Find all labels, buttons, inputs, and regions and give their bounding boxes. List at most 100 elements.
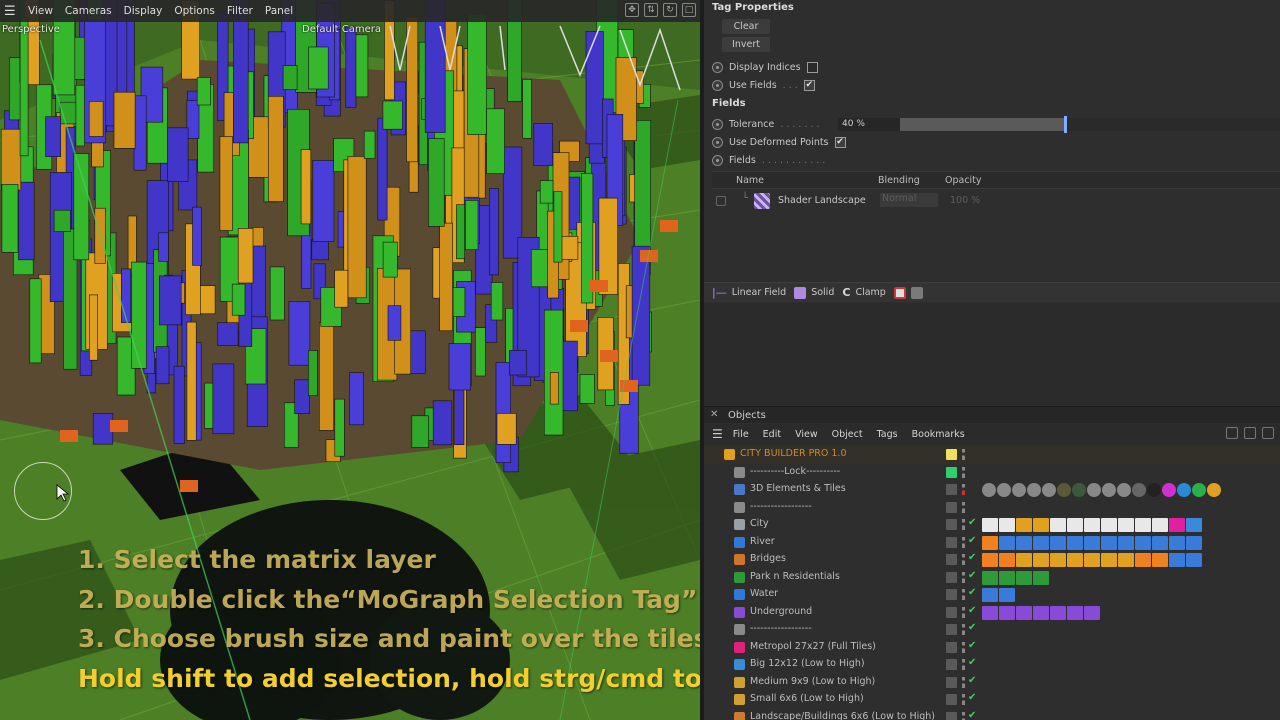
tag-icon[interactable] — [982, 483, 996, 497]
tag-icon[interactable] — [1033, 535, 1049, 550]
layer-color-swatch[interactable] — [946, 641, 957, 653]
visibility-dots-icon[interactable] — [962, 694, 965, 705]
menu-tags[interactable]: Tags — [877, 429, 898, 440]
menu-bookmarks[interactable]: Bookmarks — [912, 429, 965, 440]
object-name[interactable]: River — [750, 536, 775, 547]
object-name[interactable]: Small 6x6 (Low to High) — [750, 693, 864, 704]
tolerance-slider-track[interactable] — [1064, 118, 1280, 131]
enabled-check-icon[interactable]: ✔ — [968, 570, 976, 581]
object-name[interactable]: Medium 9x9 (Low to High) — [750, 676, 875, 687]
linear-field-button[interactable]: |— Linear Field — [712, 286, 786, 299]
close-icon[interactable]: ✕ — [710, 409, 718, 420]
enabled-check-icon[interactable]: ✔ — [968, 605, 976, 616]
tag-icon[interactable] — [997, 483, 1011, 497]
enabled-check-icon[interactable]: ✔ — [968, 552, 976, 563]
layer-color-swatch[interactable] — [946, 711, 957, 720]
search-icon[interactable] — [1226, 427, 1238, 439]
menu-view[interactable]: View — [28, 5, 53, 17]
menu-options[interactable]: Options — [174, 5, 215, 17]
tag-icon[interactable] — [982, 535, 998, 550]
object-row[interactable]: River ✔ — [704, 534, 1280, 552]
tag-icon[interactable] — [1067, 535, 1083, 550]
object-name[interactable]: Metropol 27x27 (Full Tiles) — [750, 641, 876, 652]
layer-color-swatch[interactable] — [946, 536, 957, 548]
tag-icon[interactable] — [1057, 483, 1071, 497]
object-row[interactable]: ----------Lock---------- — [704, 464, 1280, 482]
object-row[interactable]: City ✔ — [704, 516, 1280, 534]
use-deformed-points-checkbox[interactable]: ✔ — [834, 136, 846, 148]
tag-icon[interactable] — [1033, 553, 1049, 567]
tag-icon[interactable] — [1050, 535, 1066, 550]
tag-icon[interactable] — [1067, 553, 1083, 567]
layer-color-swatch[interactable] — [946, 659, 957, 670]
menu-view[interactable]: View — [795, 429, 818, 440]
tag-icon[interactable] — [1207, 483, 1221, 497]
tag-icon[interactable] — [1101, 518, 1117, 532]
tag-icon[interactable] — [1162, 483, 1176, 497]
visibility-dots-icon[interactable] — [962, 624, 965, 635]
tag-icon[interactable] — [999, 605, 1015, 620]
layer-color-swatch[interactable] — [946, 484, 957, 495]
object-row[interactable]: Underground ✔ — [704, 604, 1280, 622]
menu-panel[interactable]: Panel — [265, 5, 293, 17]
blending-dropdown[interactable]: Normal — [880, 193, 938, 207]
tag-icon[interactable] — [1012, 483, 1026, 497]
tag-icon[interactable] — [1152, 518, 1168, 532]
visibility-dots-icon[interactable] — [962, 641, 965, 653]
solid-button[interactable]: Solid — [794, 286, 834, 299]
tag-icon[interactable] — [1192, 483, 1206, 497]
use-fields-checkbox[interactable]: ✔ — [803, 79, 815, 91]
opacity-value[interactable]: 100 % — [950, 195, 980, 206]
enabled-check-icon[interactable]: ✔ — [968, 517, 976, 528]
tag-icon[interactable] — [982, 518, 998, 532]
object-row[interactable]: Water ✔ — [704, 586, 1280, 604]
tag-icon[interactable] — [982, 570, 998, 585]
animate-radio-icon[interactable] — [712, 136, 723, 148]
tag-icon[interactable] — [1016, 553, 1032, 567]
viewport[interactable]: ☰ View Cameras Display Options Filter Pa… — [0, 0, 700, 720]
tag-icon[interactable] — [982, 605, 998, 620]
tag-icon[interactable] — [982, 588, 998, 602]
tag-icon[interactable] — [1177, 483, 1191, 497]
tag-icon[interactable] — [1084, 605, 1100, 620]
object-name[interactable]: 3D Elements & Tiles — [750, 483, 846, 494]
dolly-icon[interactable]: ⇅ — [644, 3, 658, 17]
tag-icon[interactable] — [1050, 553, 1066, 567]
tag-icon[interactable] — [1101, 553, 1117, 567]
enabled-check-icon[interactable]: ✔ — [968, 535, 976, 546]
object-name[interactable]: CITY BUILDER PRO 1.0 — [740, 448, 847, 459]
tag-icon[interactable] — [1102, 483, 1116, 497]
layer-color-swatch[interactable] — [946, 589, 957, 600]
animate-radio-icon[interactable] — [712, 118, 723, 130]
tag-icon[interactable] — [999, 588, 1015, 602]
tolerance-slider-fill[interactable] — [900, 118, 1064, 131]
visibility-dots-icon[interactable] — [962, 501, 965, 513]
object-row[interactable]: Big 12x12 (Low to High) ✔ — [704, 656, 1280, 674]
tag-icon[interactable] — [1132, 483, 1146, 497]
tag-icon[interactable] — [1050, 518, 1066, 532]
tag-icon[interactable] — [1016, 570, 1032, 585]
tag-icon[interactable] — [1033, 518, 1049, 532]
tag-icon[interactable] — [1152, 535, 1168, 550]
tag-icon[interactable] — [999, 570, 1015, 585]
visibility-dots-icon[interactable] — [962, 554, 965, 565]
visibility-dots-icon[interactable] — [962, 589, 965, 600]
layer-color-swatch[interactable] — [946, 676, 957, 688]
col-name[interactable]: Name — [736, 175, 764, 186]
enabled-check-icon[interactable]: ✔ — [968, 657, 976, 668]
object-row[interactable]: Medium 9x9 (Low to High) ✔ — [704, 674, 1280, 692]
layer-color-swatch[interactable] — [946, 694, 957, 705]
tolerance-input[interactable]: 40 % — [838, 118, 900, 131]
tag-icon[interactable] — [1067, 605, 1083, 620]
tag-icon[interactable] — [999, 553, 1015, 567]
tag-icon[interactable] — [1118, 553, 1134, 567]
tag-icon[interactable] — [1186, 553, 1202, 567]
tag-icon[interactable] — [999, 535, 1015, 550]
object-name[interactable]: ------------------ — [750, 501, 812, 512]
tag-icon[interactable] — [1118, 518, 1134, 532]
visibility-dots-icon[interactable] — [962, 571, 965, 583]
invert-button[interactable]: Invert — [722, 37, 770, 52]
tag-icon[interactable] — [1033, 570, 1049, 585]
menu-cameras[interactable]: Cameras — [65, 5, 112, 17]
tag-icon[interactable] — [1169, 518, 1185, 532]
